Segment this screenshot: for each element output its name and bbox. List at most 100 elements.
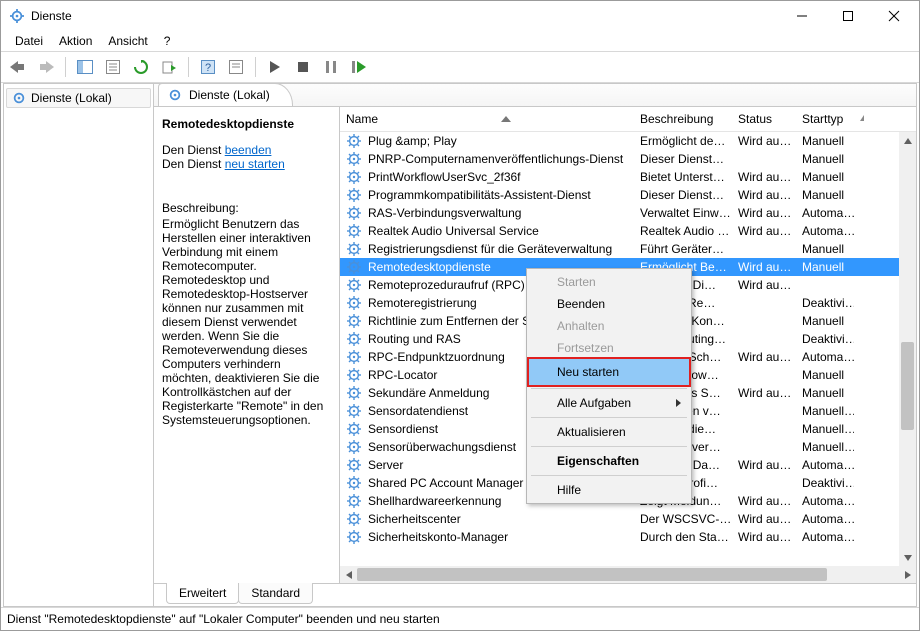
close-button[interactable] (871, 1, 917, 31)
service-status: Wird au… (738, 512, 791, 526)
forward-button[interactable] (33, 54, 59, 80)
ctx-help-label: Hilfe (557, 483, 581, 497)
back-button[interactable] (5, 54, 31, 80)
stop-button[interactable] (290, 54, 316, 80)
service-desc: Führt Geräter… (640, 242, 724, 256)
menu-view[interactable]: Ansicht (100, 32, 155, 50)
help-topics-button[interactable] (223, 54, 249, 80)
play-button[interactable] (262, 54, 288, 80)
service-icon (346, 367, 362, 383)
service-row[interactable]: Registrierungsdienst für die Geräteverwa… (340, 240, 899, 258)
minimize-button[interactable] (779, 1, 825, 31)
stop-link[interactable]: beenden (225, 143, 272, 157)
service-icon (346, 259, 362, 275)
restart-button[interactable] (346, 54, 372, 80)
top-tabstrip: Dienste (Lokal) (154, 84, 916, 106)
scroll-left-icon[interactable] (340, 566, 357, 583)
service-icon (346, 349, 362, 365)
menu-file[interactable]: Datei (7, 32, 51, 50)
help-button[interactable]: ? (195, 54, 221, 80)
service-start: Manuell (802, 134, 844, 148)
service-icon (346, 529, 362, 545)
menu-action[interactable]: Aktion (51, 32, 100, 50)
service-start: Manuell (802, 386, 844, 400)
ctx-separator (531, 446, 687, 447)
scroll-right-icon[interactable] (899, 566, 916, 583)
tab-services-local[interactable]: Dienste (Lokal) (158, 83, 293, 106)
service-start: Deaktivi… (802, 476, 854, 490)
header-status[interactable]: Status (732, 107, 796, 131)
horizontal-scrollbar[interactable] (340, 566, 916, 583)
service-start: Manuell (802, 314, 844, 328)
service-row[interactable]: Realtek Audio Universal ServiceRealtek A… (340, 222, 899, 240)
header-start-label: Starttyp (802, 112, 843, 126)
toolbar-separator (188, 57, 189, 77)
service-icon (346, 133, 362, 149)
scrollbar-thumb[interactable] (357, 568, 827, 581)
service-icon (346, 169, 362, 185)
menu-help[interactable]: ? (156, 32, 179, 50)
service-icon (346, 313, 362, 329)
ctx-resume: Fortsetzen (529, 337, 689, 359)
scroll-down-icon[interactable] (899, 549, 916, 566)
ctx-stop[interactable]: Beenden (529, 293, 689, 315)
service-icon (346, 295, 362, 311)
header-status-label: Status (738, 112, 772, 126)
service-row[interactable]: RAS-VerbindungsverwaltungVerwaltet Einw…… (340, 204, 899, 222)
service-status: Wird au… (738, 224, 791, 238)
ctx-help[interactable]: Hilfe (529, 479, 689, 501)
service-start: Automa… (802, 494, 854, 508)
service-start: Automa… (802, 512, 854, 526)
ctx-all-tasks[interactable]: Alle Aufgaben (529, 392, 689, 414)
service-icon (346, 223, 362, 239)
service-row[interactable]: SicherheitscenterDer WSCSVC-…Wird au…Aut… (340, 510, 899, 528)
refresh-button[interactable] (128, 54, 154, 80)
service-desc: Dieser Dienst… (640, 152, 724, 166)
maximize-button[interactable] (825, 1, 871, 31)
vertical-scrollbar[interactable] (899, 132, 916, 566)
service-row[interactable]: Programmkompatibilitäts-Assistent-Dienst… (340, 186, 899, 204)
service-icon (346, 511, 362, 527)
export-button[interactable] (156, 54, 182, 80)
service-name: RPC-Locator (368, 368, 437, 382)
stop-line: Den Dienst beenden (162, 143, 329, 157)
tab-extended[interactable]: Erweitert (166, 583, 239, 604)
service-row[interactable]: Sicherheitskonto-ManagerDurch den Sta…Wi… (340, 528, 899, 546)
content-row: Remotedesktopdienste Den Dienst beenden … (154, 106, 916, 583)
service-start: Manuell (802, 152, 844, 166)
ctx-refresh[interactable]: Aktualisieren (529, 421, 689, 443)
service-start: Deaktivi… (802, 296, 854, 310)
service-start: Manuell (802, 242, 844, 256)
scroll-up-icon[interactable] (899, 132, 916, 149)
bottom-tabstrip: Erweitert Standard (154, 583, 916, 606)
pause-button[interactable] (318, 54, 344, 80)
ctx-separator (531, 475, 687, 476)
service-icon (346, 385, 362, 401)
ctx-properties[interactable]: Eigenschaften (529, 450, 689, 472)
app-window: Dienste Datei Aktion Ansicht ? ? (0, 0, 920, 631)
header-name[interactable]: Name (340, 107, 634, 131)
service-row[interactable]: PrintWorkflowUserSvc_2f36fBietet Unterst… (340, 168, 899, 186)
header-description[interactable]: Beschreibung (634, 107, 732, 131)
tab-standard[interactable]: Standard (238, 583, 313, 604)
service-icon (346, 277, 362, 293)
ctx-restart[interactable]: Neu starten (527, 357, 691, 387)
scrollbar-thumb[interactable] (901, 342, 914, 430)
header-starttype[interactable]: Starttyp (796, 107, 854, 131)
restart-link[interactable]: neu starten (225, 157, 285, 171)
ctx-refresh-label: Aktualisieren (557, 425, 626, 439)
list-pane: Name Beschreibung Status Starttyp Plug &… (340, 107, 916, 583)
description-text: Ermöglicht Benutzern das Herstellen eine… (162, 217, 329, 427)
service-start: Automa… (802, 458, 854, 472)
show-hide-tree-button[interactable] (72, 54, 98, 80)
service-name: Remoteprozeduraufruf (RPC) (368, 278, 525, 292)
selected-service-title: Remotedesktopdienste (162, 117, 329, 131)
toolbar-separator (255, 57, 256, 77)
nav-services-local[interactable]: Dienste (Lokal) (6, 88, 151, 108)
service-name: Sekundäre Anmeldung (368, 386, 489, 400)
service-row[interactable]: PNRP-Computernamenveröffentlichungs-Dien… (340, 150, 899, 168)
properties-button[interactable] (100, 54, 126, 80)
tab-label: Dienste (Lokal) (189, 88, 270, 102)
service-icon (346, 403, 362, 419)
service-row[interactable]: Plug &amp; PlayErmöglicht de…Wird au…Man… (340, 132, 899, 150)
